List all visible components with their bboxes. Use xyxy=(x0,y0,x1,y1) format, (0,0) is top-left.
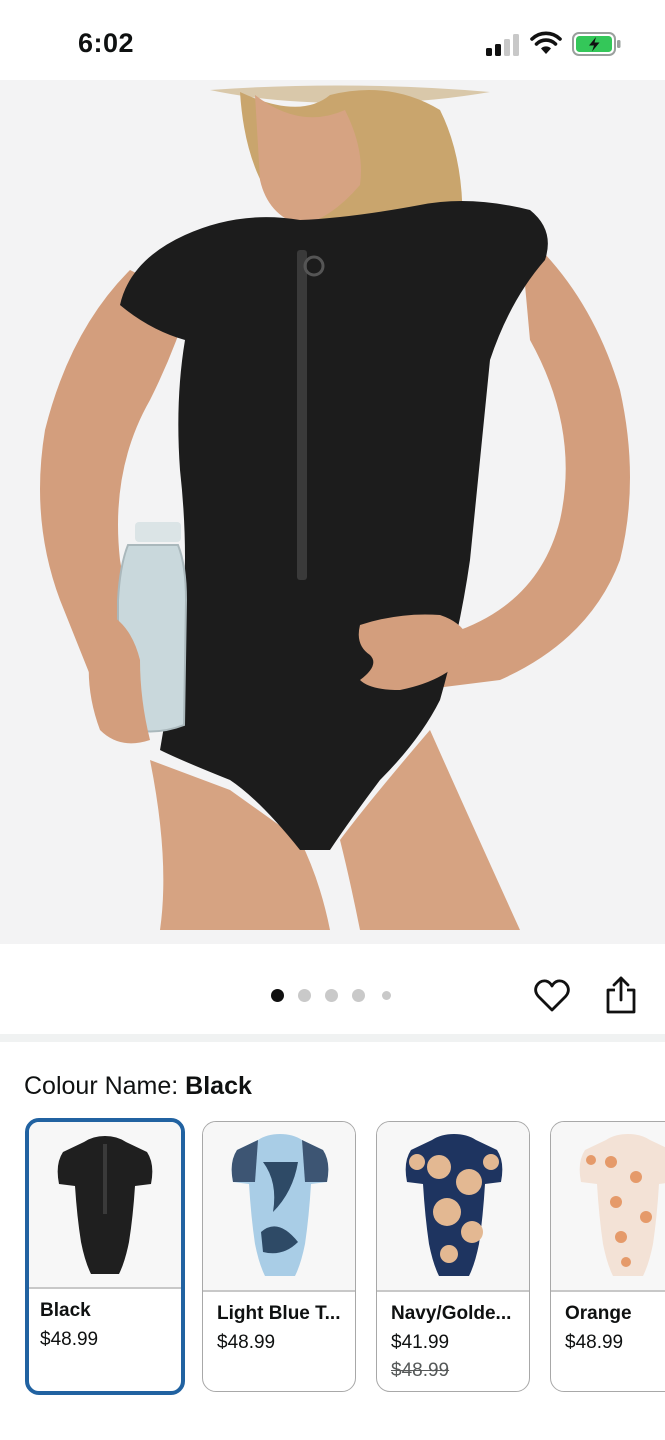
swatch-name: Black xyxy=(40,1300,91,1321)
selected-colour-value: Black xyxy=(185,1072,252,1100)
pagination-dot-3[interactable] xyxy=(325,989,338,1002)
swatch-card-navy-golden[interactable]: Navy/Golde... $41.99 $48.99 xyxy=(376,1121,530,1392)
swatch-thumbnail xyxy=(29,1122,181,1287)
pagination-dot-5[interactable] xyxy=(382,991,391,1000)
swatch-price: $41.99 xyxy=(391,1332,450,1353)
swatch-card-light-blue[interactable]: Light Blue T... $48.99 xyxy=(202,1121,356,1392)
product-image[interactable] xyxy=(0,80,665,944)
swatch-name: Orange xyxy=(565,1303,632,1324)
swatch-list-price: $48.99 xyxy=(391,1360,450,1381)
swatch-price: $48.99 xyxy=(217,1332,276,1353)
swatch-thumbnail xyxy=(203,1122,355,1290)
section-divider xyxy=(0,1034,665,1042)
swatch-separator xyxy=(551,1290,665,1292)
status-time: 6:02 xyxy=(78,28,135,58)
swatch-thumbnail xyxy=(551,1122,665,1290)
swatch-price: $48.99 xyxy=(565,1332,624,1353)
swimsuit-model-photo xyxy=(0,80,665,944)
wifi-icon xyxy=(530,31,562,54)
battery-charging-icon xyxy=(572,32,621,56)
colour-label-prefix: Colour Name: xyxy=(24,1072,186,1100)
pagination-dot-4[interactable] xyxy=(352,989,365,1002)
swatch-separator xyxy=(203,1290,355,1292)
swatch-name: Navy/Golde... xyxy=(391,1303,512,1324)
swatch-price: $48.99 xyxy=(40,1329,99,1350)
swatch-name: Light Blue T... xyxy=(217,1303,341,1324)
cellular-signal-icon xyxy=(486,34,519,56)
colour-name-label: Colour Name: Black xyxy=(24,1072,252,1101)
colour-swatch-list[interactable]: Black $48.99 Light Blue T... $48.99 Navy… xyxy=(0,1118,665,1398)
status-bar: 6:02 xyxy=(0,0,665,80)
swatch-separator xyxy=(377,1290,529,1292)
swatch-separator xyxy=(29,1287,181,1289)
pagination-dot-2[interactable] xyxy=(298,989,311,1002)
heart-icon[interactable] xyxy=(532,976,572,1016)
pagination-dot-1[interactable] xyxy=(271,989,284,1002)
swatch-card-black[interactable]: Black $48.99 xyxy=(25,1118,185,1395)
swatch-thumbnail xyxy=(377,1122,529,1290)
swatch-card-orange[interactable]: Orange $48.99 xyxy=(550,1121,665,1392)
share-icon[interactable] xyxy=(602,974,640,1016)
